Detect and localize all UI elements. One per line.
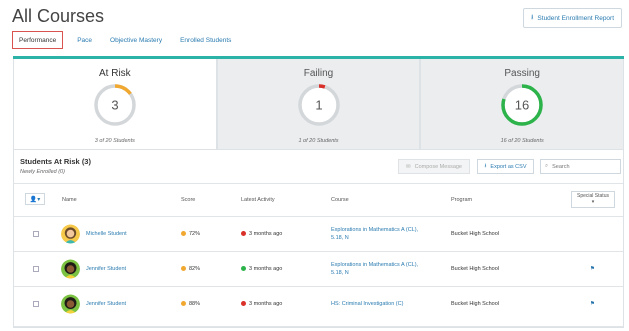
failing-card[interactable]: Failing 1 1 of 20 Students <box>216 59 421 150</box>
passing-caption: 16 of 20 Students <box>500 138 544 144</box>
tab-pace[interactable]: Pace <box>68 31 101 49</box>
student-enrollment-report-button[interactable]: ⭳ Student Enrollment Report <box>523 8 622 28</box>
col-score: Score <box>181 197 196 203</box>
flag-icon[interactable]: ⚑ <box>590 266 595 272</box>
table-row[interactable]: Michelle Student 72% 3 months ago Explor… <box>14 216 623 251</box>
failing-count: 1 <box>315 98 322 113</box>
program-cell: Bucket High School <box>451 301 499 307</box>
caret-down-icon: ▾ <box>591 198 595 205</box>
score-status-dot <box>181 231 186 237</box>
divider <box>14 326 623 327</box>
at-risk-title: At Risk <box>99 68 131 79</box>
compose-message-button[interactable]: ✉ Compose Message <box>398 159 470 174</box>
col-latest-activity: Latest Activity <box>241 197 275 203</box>
table-row[interactable]: Jennifer Student 88% 3 months ago HS: Cr… <box>14 286 623 321</box>
course-line-2: 5.18, N <box>331 235 349 241</box>
search-icon: ⌕ <box>545 163 549 169</box>
score-cell: 72% <box>181 231 200 237</box>
score-status-dot <box>181 266 186 272</box>
activity-value: 3 months ago <box>249 266 283 272</box>
at-risk-card[interactable]: At Risk 3 3 of 20 Students <box>13 59 217 150</box>
score-cell: 88% <box>181 301 200 307</box>
panel-heading: Students At Risk (3) <box>20 157 91 166</box>
role-filter-button[interactable]: 👤▾ <box>25 193 45 205</box>
divider <box>14 183 623 184</box>
course-line-1: Explorations in Mathematics A (CL), <box>331 261 419 268</box>
student-name-link[interactable]: Jennifer Student <box>86 301 126 307</box>
activity-status-dot <box>241 231 246 237</box>
passing-title: Passing <box>504 68 540 79</box>
row-checkbox[interactable] <box>33 266 39 272</box>
col-program: Program <box>451 197 473 203</box>
avatar <box>61 259 80 279</box>
row-checkbox[interactable] <box>33 231 39 237</box>
failing-ring: 1 <box>297 84 340 126</box>
export-label: Export as CSV <box>490 163 527 170</box>
export-csv-button[interactable]: ⭳ Export as CSV <box>477 159 534 174</box>
tab-bar: Performance Pace Objective Mastery Enrol… <box>12 31 240 49</box>
student-name-link[interactable]: Michelle Student <box>86 231 127 237</box>
activity-cell: 3 months ago <box>241 301 282 307</box>
activity-status-dot <box>241 301 246 307</box>
avatar <box>61 224 80 244</box>
page-title: All Courses <box>12 6 105 26</box>
flag-icon[interactable]: ⚑ <box>590 301 595 307</box>
search-input[interactable] <box>552 163 613 170</box>
course-line-1: Explorations in Mathematics A (CL), <box>331 226 419 233</box>
avatar <box>61 294 80 314</box>
table-row[interactable]: Jennifer Student 82% 3 months ago Explor… <box>14 251 623 286</box>
failing-title: Failing <box>303 68 334 79</box>
activity-value: 3 months ago <box>249 231 283 237</box>
student-name-link[interactable]: Jennifer Student <box>86 266 126 272</box>
at-risk-ring: 3 <box>94 84 136 126</box>
panel-subheading: Newly Enrolled (0) <box>20 169 65 175</box>
program-cell: Bucket High School <box>451 231 499 237</box>
mail-icon: ✉ <box>406 163 411 170</box>
tab-objective-mastery[interactable]: Objective Mastery <box>101 31 171 49</box>
summary-cards: At Risk 3 3 of 20 Students Failing 1 1 o… <box>13 56 625 150</box>
special-status-filter[interactable]: Special Status ▾ <box>571 191 615 208</box>
at-risk-count: 3 <box>111 98 118 113</box>
download-icon: ⭳ <box>530 13 534 21</box>
tab-performance[interactable]: Performance <box>12 31 64 49</box>
score-value: 72% <box>189 231 201 237</box>
score-status-dot <box>181 301 186 307</box>
course-link[interactable]: Explorations in Mathematics A (CL), 5.18,… <box>331 226 418 243</box>
row-checkbox[interactable] <box>33 301 39 307</box>
course-link[interactable]: HS: Criminal Investigation (C) <box>331 301 403 307</box>
students-at-risk-panel: Students At Risk (3) Newly Enrolled (0) … <box>13 150 624 328</box>
activity-cell: 3 months ago <box>241 231 282 237</box>
search-field[interactable]: ⌕ <box>540 159 621 174</box>
report-button-label: Student Enrollment Report <box>537 14 615 22</box>
score-cell: 82% <box>181 266 200 272</box>
failing-caption: 1 of 20 Students <box>298 138 339 144</box>
passing-count: 16 <box>515 98 529 113</box>
activity-status-dot <box>241 266 246 272</box>
at-risk-caption: 3 of 20 Students <box>94 138 135 144</box>
passing-card[interactable]: Passing 16 16 of 20 Students <box>420 59 625 150</box>
activity-value: 3 months ago <box>249 301 283 307</box>
download-icon: ⭳ <box>484 163 487 169</box>
activity-cell: 3 months ago <box>241 266 282 272</box>
compose-label: Compose Message <box>414 163 462 170</box>
program-cell: Bucket High School <box>451 266 499 272</box>
col-name: Name <box>62 197 77 203</box>
score-value: 88% <box>189 301 201 307</box>
passing-ring: 16 <box>501 84 543 126</box>
course-link[interactable]: Explorations in Mathematics A (CL), 5.18,… <box>331 261 418 278</box>
score-value: 82% <box>189 266 201 272</box>
tab-enrolled-students[interactable]: Enrolled Students <box>171 31 240 49</box>
user-icon: 👤▾ <box>29 196 41 203</box>
course-line-2: 5.18, N <box>331 270 349 276</box>
col-course: Course <box>331 197 349 203</box>
